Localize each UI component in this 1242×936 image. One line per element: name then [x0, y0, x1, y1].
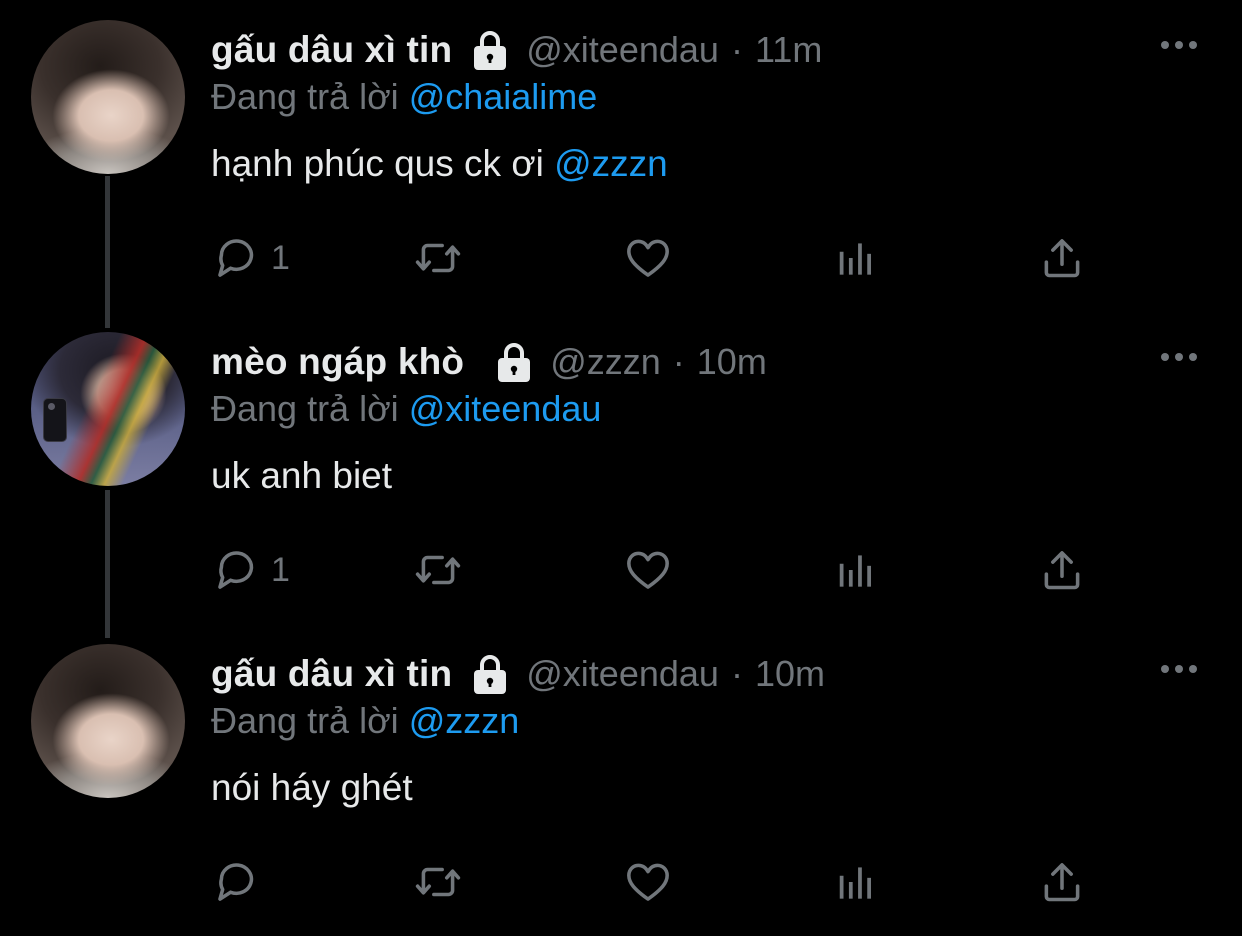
phone-in-photo: [43, 398, 67, 442]
retweet-icon: [415, 867, 461, 897]
tweet-text-content: nói háy ghét: [211, 767, 413, 808]
tweet-header: gấu dâu xì tin @xiteendau · 11m: [211, 27, 822, 73]
share-button[interactable]: [1037, 542, 1087, 598]
tweet[interactable]: gấu dâu xì tin @xiteendau · 11m Đang trả…: [0, 0, 1242, 312]
share-button[interactable]: [1037, 230, 1087, 286]
reply-button[interactable]: 1: [211, 230, 290, 286]
tweet-actions: [211, 854, 1111, 910]
more-horizontal-icon[interactable]: [1160, 38, 1198, 52]
display-name[interactable]: gấu dâu xì tin: [211, 29, 452, 71]
replying-to-prefix: Đang trả lời: [211, 700, 399, 741]
display-name[interactable]: gấu dâu xì tin: [211, 653, 452, 695]
reply-button[interactable]: 1: [211, 542, 290, 598]
reply-button[interactable]: [211, 854, 271, 910]
avatar[interactable]: [31, 20, 185, 174]
views-button[interactable]: [831, 854, 881, 910]
like-button[interactable]: [623, 542, 673, 598]
replying-to-mention[interactable]: @zzzn: [409, 700, 520, 741]
share-upload-icon: [1044, 551, 1080, 590]
more-horizontal-icon[interactable]: [1160, 662, 1198, 676]
retweet-icon: [415, 243, 461, 273]
share-button[interactable]: [1037, 854, 1087, 910]
tweet[interactable]: mèo ngáp khò @zzzn · 10m Đang trả lời @x…: [0, 312, 1242, 624]
tweet-header: mèo ngáp khò @zzzn · 10m: [211, 339, 767, 385]
heart-icon: [627, 239, 669, 277]
tweet-actions: 1: [211, 230, 1111, 286]
replying-to: Đang trả lời @xiteendau: [211, 388, 601, 430]
heart-icon: [627, 551, 669, 589]
timestamp[interactable]: 11m: [755, 29, 822, 71]
analytics-bars-icon: [839, 243, 871, 275]
like-button[interactable]: [623, 230, 673, 286]
share-upload-icon: [1044, 863, 1080, 902]
separator-dot: ·: [730, 29, 743, 70]
reply-count: 1: [271, 550, 290, 589]
analytics-bars-icon: [839, 555, 871, 587]
retweet-button[interactable]: [413, 854, 463, 910]
replying-to-prefix: Đang trả lời: [211, 388, 399, 429]
replying-to: Đang trả lời @chaialime: [211, 76, 597, 118]
separator-dot: ·: [672, 341, 685, 382]
tweet[interactable]: gấu dâu xì tin @xiteendau · 10m Đang trả…: [0, 624, 1242, 936]
replying-to-mention[interactable]: @xiteendau: [409, 388, 602, 429]
heart-icon: [627, 863, 669, 901]
tweet-text: hạnh phúc qus ck ơi @zzzn: [211, 143, 668, 185]
like-button[interactable]: [623, 854, 673, 910]
tweet-actions: 1: [211, 542, 1111, 598]
tweet-text-mention[interactable]: @zzzn: [554, 143, 668, 184]
tweet-text: nói háy ghét: [211, 767, 413, 809]
separator-dot: ·: [730, 653, 743, 694]
retweet-button[interactable]: [413, 230, 463, 286]
share-upload-icon: [1044, 239, 1080, 278]
views-button[interactable]: [831, 542, 881, 598]
display-name[interactable]: mèo ngáp khò: [211, 341, 464, 383]
reply-count: 1: [271, 238, 290, 277]
lock-icon: [474, 655, 507, 694]
reply-thread: gấu dâu xì tin @xiteendau · 11m Đang trả…: [0, 0, 1242, 932]
timestamp[interactable]: 10m: [755, 653, 825, 695]
timestamp[interactable]: 10m: [697, 341, 767, 383]
lock-icon: [498, 343, 531, 382]
username-handle[interactable]: @xiteendau: [526, 29, 719, 71]
username-handle[interactable]: @xiteendau: [526, 653, 719, 695]
reply-bubble-icon: [218, 551, 254, 589]
tweet-header: gấu dâu xì tin @xiteendau · 10m: [211, 651, 825, 697]
lock-icon: [474, 31, 507, 70]
retweet-icon: [415, 555, 461, 585]
reply-bubble-icon: [218, 239, 254, 277]
avatar[interactable]: [31, 332, 185, 486]
reply-bubble-icon: [218, 863, 254, 901]
replying-to: Đang trả lời @zzzn: [211, 700, 519, 742]
username-handle[interactable]: @zzzn: [550, 341, 661, 383]
tweet-text-content: uk anh biet: [211, 455, 393, 496]
more-horizontal-icon[interactable]: [1160, 350, 1198, 364]
avatar[interactable]: [31, 644, 185, 798]
tweet-text-content: hạnh phúc qus ck ơi: [211, 143, 544, 184]
replying-to-mention[interactable]: @chaialime: [409, 76, 598, 117]
tweet-text: uk anh biet: [211, 455, 392, 497]
views-button[interactable]: [831, 230, 881, 286]
analytics-bars-icon: [839, 867, 871, 899]
retweet-button[interactable]: [413, 542, 463, 598]
replying-to-prefix: Đang trả lời: [211, 76, 399, 117]
